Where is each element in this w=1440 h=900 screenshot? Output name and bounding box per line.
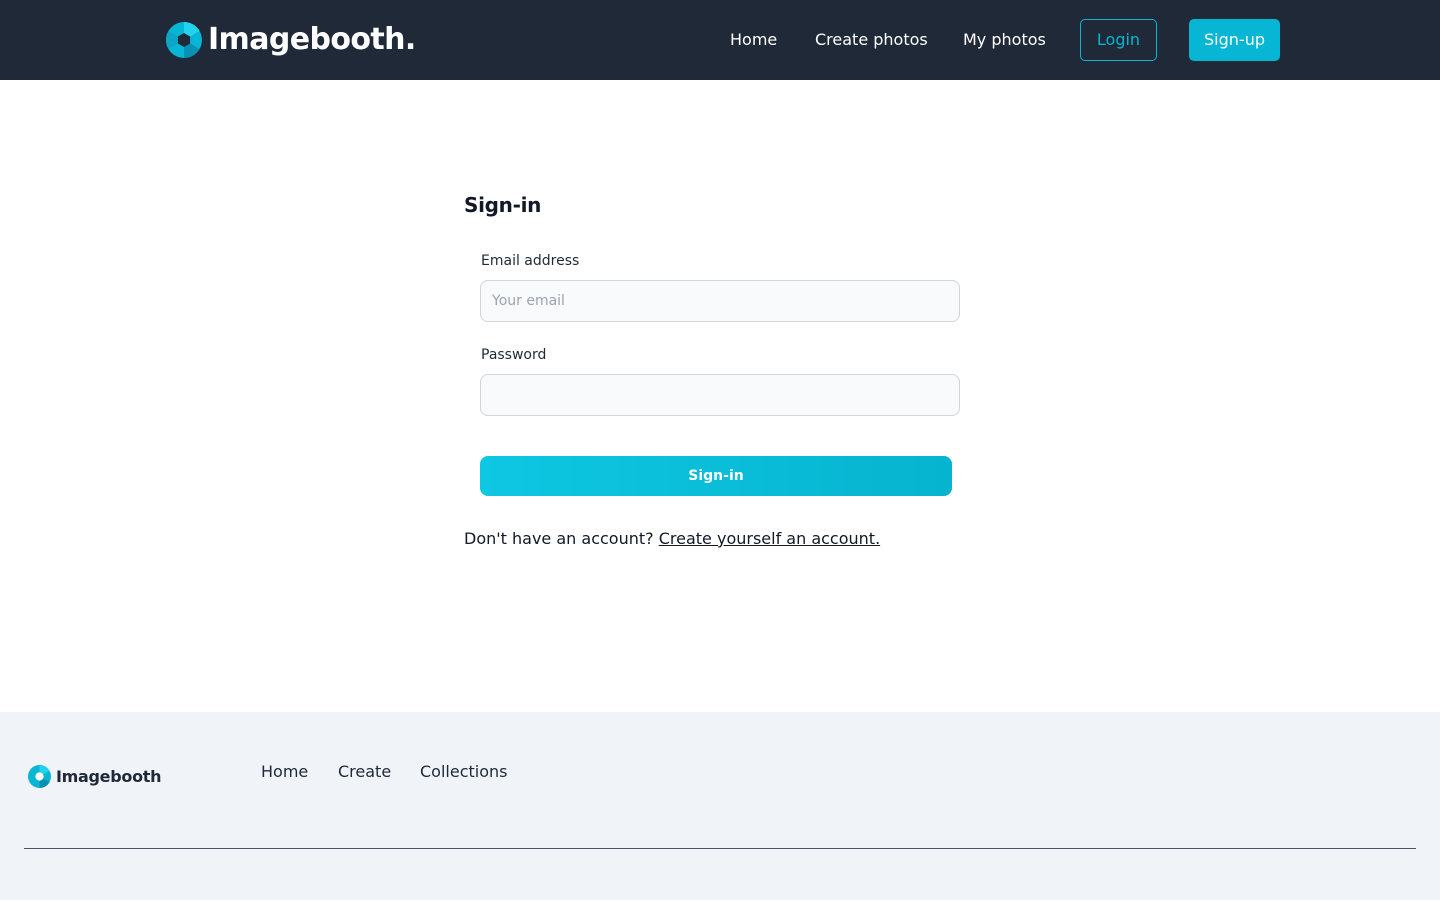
signup-button[interactable]: Sign-up (1189, 19, 1280, 61)
nav-my-photos-link[interactable]: My photos (963, 0, 1046, 80)
nav-home-link[interactable]: Home (730, 0, 777, 80)
footer-home-link[interactable]: Home (261, 762, 308, 781)
footer-create-link[interactable]: Create (338, 762, 391, 781)
page-title: Sign-in (464, 193, 542, 217)
brand-name: Imagebooth. (208, 22, 416, 57)
account-prompt-text: Don't have an account? (464, 529, 654, 548)
footer-collections-link[interactable]: Collections (420, 762, 507, 781)
top-navbar: Imagebooth. Home Create photos My photos… (0, 0, 1440, 80)
email-label: Email address (481, 253, 580, 269)
brand-home-link[interactable]: Imagebooth. (166, 22, 416, 58)
email-field[interactable] (480, 280, 960, 322)
password-field[interactable] (480, 374, 960, 416)
footer-brand-name: Imagebooth (56, 766, 162, 786)
aperture-logo-icon (166, 22, 202, 58)
signin-submit-button[interactable]: Sign-in (480, 456, 952, 496)
create-account-prompt: Don't have an account? Create yourself a… (464, 529, 880, 548)
nav-create-photos-link[interactable]: Create photos (815, 0, 928, 80)
password-label: Password (481, 347, 547, 363)
aperture-logo-icon (28, 764, 51, 788)
footer-divider (24, 848, 1416, 849)
login-button[interactable]: Login (1080, 19, 1157, 61)
footer-brand-link[interactable]: Imagebooth (28, 764, 162, 788)
create-account-link[interactable]: Create yourself an account. (659, 529, 880, 548)
footer: Imagebooth Home Create Collections (0, 712, 1440, 900)
